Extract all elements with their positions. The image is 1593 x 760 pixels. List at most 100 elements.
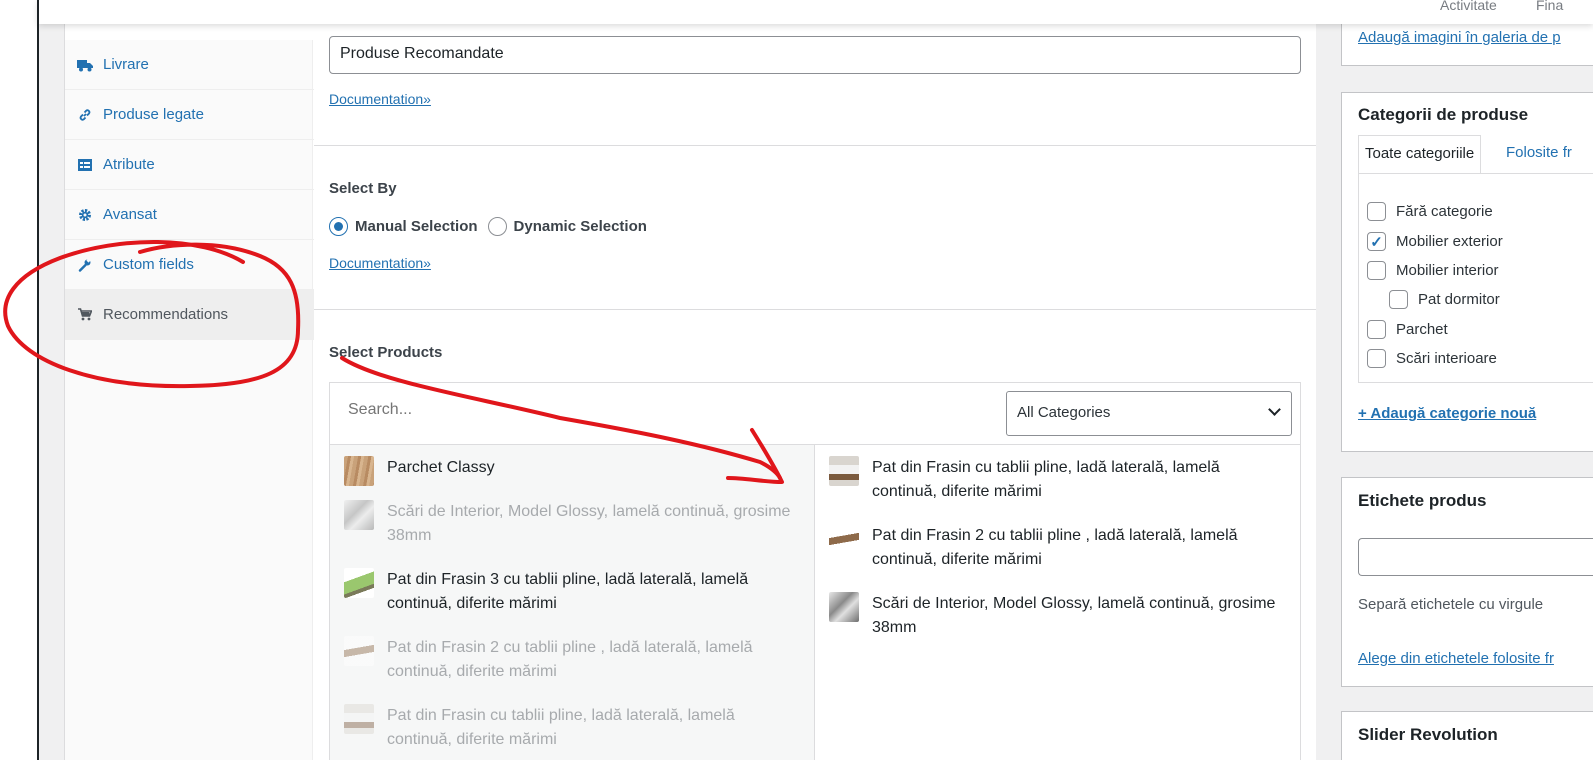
tab-recommendations[interactable]: Recommendations [65,290,314,340]
product-name: Parchet Classy [387,459,495,476]
wrench-icon [77,257,93,273]
tab-livrare[interactable]: Livrare [65,40,314,90]
category-label: Mobilier exterior [1396,233,1503,250]
category-label: Mobilier interior [1396,262,1499,279]
tab-all-categories[interactable]: Toate categoriile [1358,135,1482,173]
product-tags-box: Etichete produs Separă etichetele cu vir… [1341,477,1593,687]
category-label: Pat dormitor [1418,291,1500,308]
product-thumbnail [344,500,374,530]
documentation-link[interactable]: Documentation» [329,255,431,271]
dynamic-selection-radio[interactable] [487,217,507,236]
selected-product[interactable]: Pat din Frasin cu tablii pline, ladă lat… [829,456,1279,504]
documentation-link[interactable]: Documentation» [329,91,431,107]
product-name: Pat din Frasin cu tablii pline, ladă lat… [387,707,735,748]
manual-selection-radio[interactable] [329,217,348,236]
category-checkbox[interactable] [1367,202,1386,221]
tags-title: Etichete produs [1358,491,1487,510]
final-link[interactable]: Fina [1536,0,1563,13]
category-filter-value: All Categories [1017,404,1111,421]
tab-produse-legate[interactable]: Produse legate [65,90,314,140]
list-icon [77,157,93,173]
product-gallery-box: Adaugă imagini în galeria de p [1341,20,1593,66]
available-product[interactable]: Pat din Frasin 2 cu tablii pline , ladă … [344,636,794,684]
product-name: Pat din Frasin 2 cu tablii pline , ladă … [872,527,1238,568]
category-checkbox[interactable] [1367,261,1386,280]
product-name: Pat din Frasin 2 cu tablii pline , ladă … [387,639,753,680]
gear-icon [77,207,93,223]
category-item[interactable]: Mobilier interior [1367,261,1499,280]
dynamic-selection-label[interactable]: Dynamic Selection [514,218,647,235]
tab-label: Recommendations [103,306,229,323]
categories-checklist: Fără categorie ✓ Mobilier exterior Mobil… [1358,173,1593,383]
selected-product[interactable]: Scări de Interior, Model Glossy, lamelă … [829,592,1279,640]
category-item[interactable]: Pat dormitor [1389,290,1500,309]
add-gallery-images-link[interactable]: Adaugă imagini în galeria de p [1358,29,1561,46]
tab-label: Atribute [103,156,155,173]
choose-tags-link[interactable]: Alege din etichetele folosite fr [1358,650,1554,667]
category-label: Scări interioare [1396,350,1497,367]
selected-products-list: Pat din Frasin cu tablii pline, ladă lat… [815,445,1300,760]
tab-atribute[interactable]: Atribute [65,140,314,190]
category-checkbox[interactable] [1389,290,1408,309]
category-checkbox-checked[interactable]: ✓ [1367,232,1386,251]
tab-label: Produse legate [103,106,204,123]
category-item[interactable]: Parchet [1367,320,1448,339]
window-edge [37,0,39,760]
tags-hint: Separă etichetele cu virgule [1358,596,1544,613]
category-label: Fără categorie [1396,203,1493,220]
add-category-link[interactable]: + Adaugă categorie nouă [1358,405,1536,422]
product-name: Pat din Frasin cu tablii pline, ladă lat… [872,459,1220,500]
cart-icon [77,307,93,323]
product-name: Pat din Frasin 3 cu tablii pline, ladă l… [387,571,749,612]
tag-input[interactable] [1358,538,1593,576]
selected-product[interactable]: Pat din Frasin 2 cu tablii pline , ladă … [829,524,1279,572]
section-divider [314,145,1316,146]
category-checkbox[interactable] [1367,320,1386,339]
tab-custom-fields[interactable]: Custom fields [65,240,314,290]
category-label: Parchet [1396,321,1448,338]
category-item[interactable]: ✓ Mobilier exterior [1367,232,1503,251]
available-product[interactable]: Pat din Frasin 3 cu tablii pline, ladă l… [344,568,794,616]
product-thumbnail [344,568,374,598]
tab-most-used-categories[interactable]: Folosite fr [1500,135,1578,173]
product-thumbnail [344,456,374,486]
category-filter-select[interactable]: All Categories [1006,391,1292,436]
truck-icon [77,57,93,73]
recommendations-content: Produse Recomandate Documentation» Selec… [314,24,1316,760]
tab-label: Custom fields [103,256,194,273]
product-thumbnail [344,636,374,666]
category-item[interactable]: Scări interioare [1367,349,1497,368]
product-selector: All Categories Parchet Classy Scări de I… [329,382,1301,760]
categories-tabs: Toate categoriile Folosite fr [1358,135,1593,173]
categories-title: Categorii de produse [1358,105,1529,124]
product-thumbnail [344,704,374,734]
category-checkbox[interactable] [1367,349,1386,368]
select-by-label: Select By [329,180,397,197]
available-products-list: Parchet Classy Scări de Interior, Model … [330,445,815,760]
slider-title: Slider Revolution [1358,725,1498,744]
product-thumbnail [829,524,859,554]
section-divider [314,309,1316,310]
product-thumbnail [829,456,859,486]
admin-topbar: Activitate Fina [38,0,1593,24]
category-item[interactable]: Fără categorie [1367,202,1493,221]
product-search-input[interactable] [348,401,848,419]
select-by-options: Manual Selection Dynamic Selection [329,217,647,236]
tab-label: Avansat [103,206,157,223]
slider-revolution-box: Slider Revolution [1341,711,1593,760]
title-input[interactable]: Produse Recomandate [329,36,1301,74]
manual-selection-label[interactable]: Manual Selection [355,218,478,235]
product-categories-box: Categorii de produse Toate categoriile F… [1341,92,1593,452]
available-product[interactable]: Pat din Frasin cu tablii pline, ladă lat… [344,704,794,752]
chevron-down-icon [1268,403,1281,416]
available-product[interactable]: Parchet Classy [344,456,794,486]
activity-link[interactable]: Activitate [1440,0,1497,13]
tab-label: Livrare [103,56,149,73]
link-icon [77,107,93,123]
tab-avansat[interactable]: Avansat [65,190,314,240]
select-products-label: Select Products [329,344,443,361]
left-gap [0,0,37,760]
product-name: Scări de Interior, Model Glossy, lamelă … [387,503,791,544]
product-name: Scări de Interior, Model Glossy, lamelă … [872,595,1276,636]
available-product[interactable]: Scări de Interior, Model Glossy, lamelă … [344,500,794,548]
